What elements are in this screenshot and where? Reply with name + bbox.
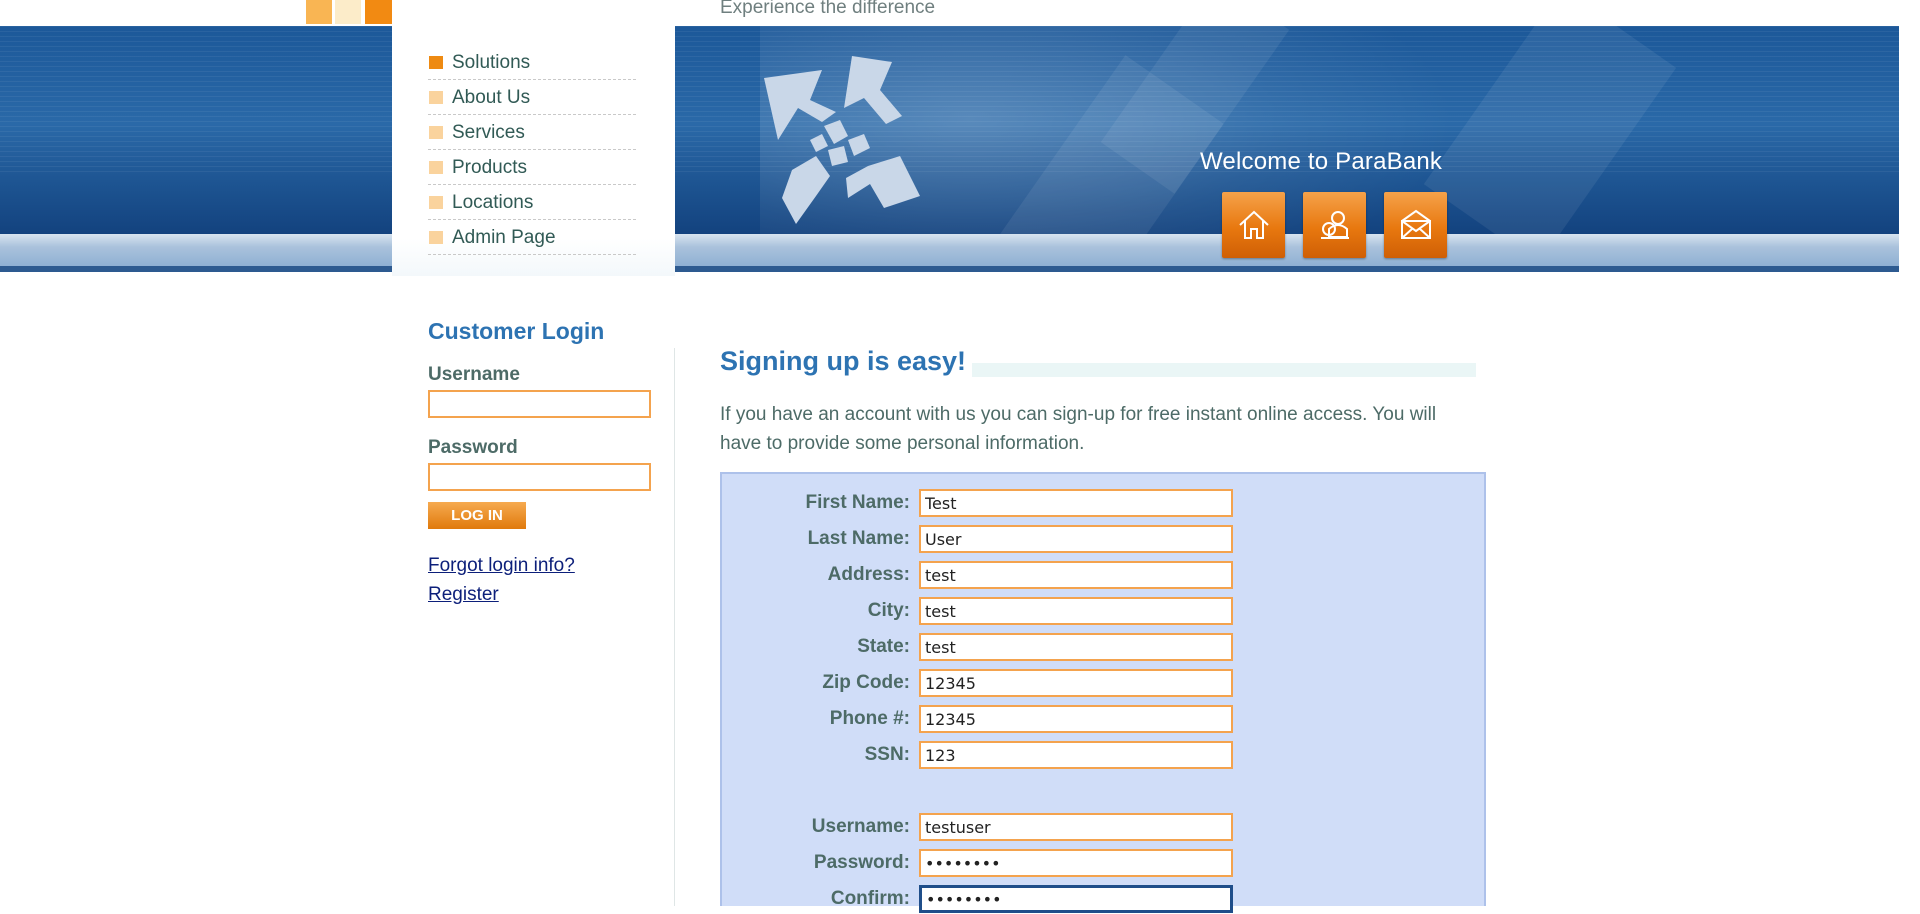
address-label: Address: — [827, 564, 910, 585]
last-name-input[interactable] — [919, 525, 1233, 553]
tagline: Experience the difference — [720, 0, 936, 18]
register-link[interactable]: Register — [428, 584, 499, 606]
column-divider — [674, 348, 675, 906]
nav-item-label[interactable]: Services — [452, 122, 525, 144]
nav-item-services[interactable]: Services — [428, 116, 636, 150]
form-row-ssn: SSN: — [722, 740, 1484, 770]
login-button[interactable]: LOG IN — [428, 502, 526, 529]
ssn-label: SSN: — [864, 744, 910, 765]
nav-item-label[interactable]: Locations — [452, 192, 533, 214]
city-label: City: — [867, 600, 910, 621]
about-button[interactable] — [1303, 192, 1366, 258]
form-row-confirm: Confirm: — [722, 884, 1484, 914]
form-row-zip-code: Zip Code: — [722, 668, 1484, 698]
nav-item-solutions[interactable]: Solutions — [428, 46, 636, 80]
parabank-logo-icon — [764, 56, 920, 224]
welcome-heading: Welcome to ParaBank — [1200, 148, 1443, 175]
nav-item-label[interactable]: Solutions — [452, 52, 530, 74]
state-label: State: — [857, 636, 910, 657]
form-row-city: City: — [722, 596, 1484, 626]
login-password-label: Password — [428, 437, 518, 458]
banner-bottom-line — [0, 266, 1899, 272]
login-password-input[interactable] — [428, 463, 651, 491]
customer-login-title: Customer Login — [428, 318, 605, 344]
nav-item-about-us[interactable]: About Us — [428, 81, 636, 115]
header-banner — [0, 26, 1899, 272]
form-row-first-name: First Name: — [722, 488, 1484, 518]
contact-button[interactable] — [1384, 192, 1447, 258]
intro-text: If you have an account with us you can s… — [720, 404, 1437, 454]
nav-item-label[interactable]: About Us — [452, 87, 530, 109]
nav-item-admin-page[interactable]: Admin Page — [428, 221, 636, 255]
home-button[interactable] — [1222, 192, 1285, 258]
nav-item-locations[interactable]: Locations — [428, 186, 636, 220]
login-username-label: Username — [428, 364, 520, 385]
password-input[interactable] — [919, 849, 1233, 877]
banner-low-strip — [0, 234, 1899, 266]
form-row-username: Username: — [722, 812, 1484, 842]
ssn-input[interactable] — [919, 741, 1233, 769]
confirm-label: Confirm: — [830, 888, 910, 909]
state-input[interactable] — [919, 633, 1233, 661]
form-row-last-name: Last Name: — [722, 524, 1484, 554]
main-nav: Solutions About Us Services Products Loc… — [428, 46, 636, 256]
logo-square-orange — [365, 0, 392, 24]
logo-square-light — [306, 0, 332, 24]
nav-bullet-icon — [429, 196, 443, 209]
form-row-state: State: — [722, 632, 1484, 662]
nav-bullet-icon — [429, 231, 443, 244]
nav-bullet-icon — [429, 91, 443, 104]
page-title: Signing up is easy! — [720, 346, 967, 376]
logo-square-pale — [335, 0, 361, 24]
city-input[interactable] — [919, 597, 1233, 625]
contact-icon — [1400, 209, 1431, 239]
zip-code-label: Zip Code: — [822, 672, 910, 693]
username-input[interactable] — [919, 813, 1233, 841]
phone-input[interactable] — [919, 705, 1233, 733]
confirm-password-input[interactable] — [919, 885, 1233, 913]
nav-item-label[interactable]: Admin Page — [452, 227, 556, 249]
address-input[interactable] — [919, 561, 1233, 589]
form-row-password: Password: — [722, 848, 1484, 878]
form-row-phone: Phone #: — [722, 704, 1484, 734]
username-label: Username: — [811, 816, 910, 837]
last-name-label: Last Name: — [807, 528, 910, 549]
nav-item-products[interactable]: Products — [428, 151, 636, 185]
nav-bullet-icon — [429, 161, 443, 174]
title-underline-bar — [972, 363, 1476, 377]
nav-bullet-icon — [429, 126, 443, 139]
zip-code-input[interactable] — [919, 669, 1233, 697]
nav-item-label[interactable]: Products — [452, 157, 527, 179]
forgot-login-link[interactable]: Forgot login info? — [428, 555, 575, 577]
top-strip: Experience the difference — [0, 0, 1920, 26]
phone-label: Phone #: — [829, 708, 910, 729]
registration-form: First Name: Last Name: Address: City: St… — [720, 472, 1486, 913]
first-name-label: First Name: — [805, 492, 910, 513]
form-row-address: Address: — [722, 560, 1484, 590]
about-icon — [1320, 211, 1349, 239]
password-label: Password: — [813, 852, 910, 873]
nav-bullet-icon — [429, 56, 443, 69]
login-username-input[interactable] — [428, 390, 651, 418]
first-name-input[interactable] — [919, 489, 1233, 517]
home-icon — [1238, 210, 1269, 239]
